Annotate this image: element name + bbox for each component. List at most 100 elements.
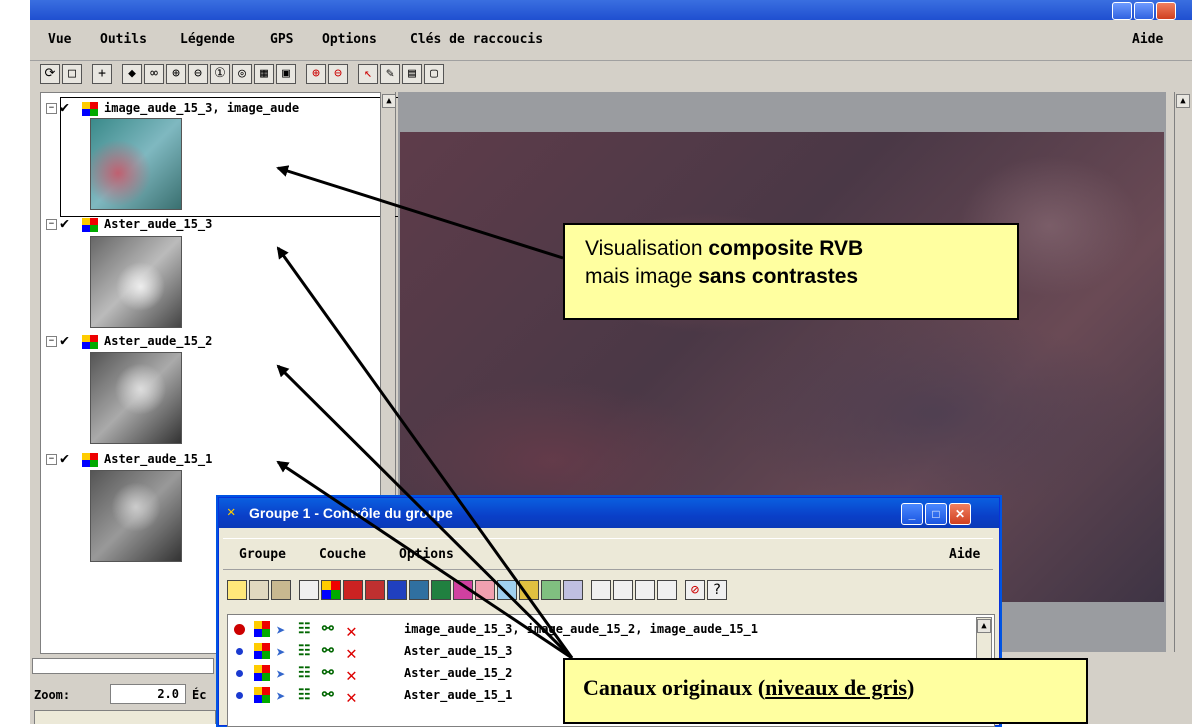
diamond-icon[interactable]: ◆ <box>122 64 142 84</box>
menu-aide[interactable]: Aide <box>1132 32 1163 47</box>
glasses-icon[interactable]: ⚯ <box>322 665 338 681</box>
frame-icon[interactable]: ▢ <box>424 64 444 84</box>
select-add-icon[interactable] <box>613 580 633 600</box>
scroll-up-icon[interactable]: ▲ <box>977 619 991 633</box>
collapse-icon[interactable]: − <box>46 454 57 465</box>
open-icon[interactable] <box>271 580 291 600</box>
zoom-previous-icon[interactable]: ◎ <box>232 64 252 84</box>
dialog-menu-groupe[interactable]: Groupe <box>239 547 286 562</box>
glasses-icon[interactable]: ⚯ <box>322 621 338 637</box>
remove-icon[interactable]: ✕ <box>346 665 362 686</box>
map-icon[interactable]: ▣ <box>276 64 296 84</box>
select-remove-icon[interactable] <box>635 580 655 600</box>
maximize-button[interactable] <box>1134 2 1154 20</box>
scroll-up-icon[interactable]: ▲ <box>382 94 396 108</box>
visible-check-icon[interactable]: ✔ <box>60 98 69 116</box>
vector-icon[interactable] <box>365 580 385 600</box>
scroll-up-icon[interactable]: ▲ <box>1176 94 1190 108</box>
grid-icon[interactable]: ▦ <box>254 64 274 84</box>
rgb-add-icon[interactable] <box>321 580 341 600</box>
collapse-icon[interactable]: − <box>46 103 57 114</box>
minimize-button[interactable] <box>1112 2 1132 20</box>
raster-icon[interactable] <box>343 580 363 600</box>
remove-icon[interactable]: ✕ <box>346 687 362 708</box>
zoom-tool-icon[interactable]: ⊕ <box>306 64 326 84</box>
dialog-close-button[interactable]: ✕ <box>949 503 971 525</box>
cancel-icon[interactable]: ⊘ <box>685 580 705 600</box>
dialog-menu-options[interactable]: Options <box>399 547 454 562</box>
zoom-box-icon[interactable]: ⊖ <box>328 64 348 84</box>
arrow-icon[interactable]: ➤ <box>276 621 292 640</box>
map-scrollbar[interactable]: ▲ <box>1174 92 1190 652</box>
tin-icon[interactable] <box>431 580 451 600</box>
remove-icon[interactable]: ✕ <box>346 621 362 642</box>
select-arrow-icon[interactable]: ↖ <box>358 64 378 84</box>
save-icon[interactable] <box>227 580 247 600</box>
close-button[interactable] <box>1156 2 1176 20</box>
list-item-name: Aster_aude_15_2 <box>404 666 513 680</box>
dialog-maximize-button[interactable]: □ <box>925 503 947 525</box>
status-dot-icon <box>236 648 243 655</box>
database-icon[interactable] <box>475 580 495 600</box>
list-item-name: Aster_aude_15_3 <box>404 644 513 658</box>
tree-icon[interactable]: ☷ <box>298 621 314 637</box>
menu-legende[interactable]: Légende <box>180 32 235 47</box>
copy-icon[interactable] <box>563 580 583 600</box>
callout-text: mais image <box>585 265 699 288</box>
select-toggle-icon[interactable] <box>657 580 677 600</box>
list-item[interactable]: ➤ ☷ ⚯ ✕ image_aude_15_3, image_aude_15_2… <box>234 619 974 642</box>
region-icon[interactable] <box>453 580 473 600</box>
dialog-minimize-button[interactable]: _ <box>901 503 923 525</box>
arrow-icon[interactable]: ➤ <box>276 665 292 684</box>
zoom-out-icon[interactable]: ⊖ <box>188 64 208 84</box>
remove-icon[interactable]: ✕ <box>346 643 362 664</box>
glasses-icon[interactable]: ⚯ <box>322 643 338 659</box>
cad-icon[interactable] <box>409 580 429 600</box>
menu-gps[interactable]: GPS <box>270 32 293 47</box>
arrow-icon[interactable]: ➤ <box>276 643 292 662</box>
full-view-icon[interactable]: □ <box>62 64 82 84</box>
menu-raccourcis[interactable]: Clés de raccoucis <box>410 32 543 47</box>
collapse-icon[interactable]: − <box>46 336 57 347</box>
menu-options[interactable]: Options <box>322 32 377 47</box>
rgb-layer-icon <box>82 218 98 232</box>
layer-name: Aster_aude_15_1 <box>104 452 213 466</box>
visible-check-icon[interactable]: ✔ <box>60 214 69 232</box>
message-field <box>34 710 216 724</box>
map-grid-icon[interactable] <box>497 580 517 600</box>
layer-thumbnail <box>90 352 182 444</box>
glasses-icon[interactable]: ⚯ <box>322 687 338 703</box>
measure-icon[interactable]: ✎ <box>380 64 400 84</box>
layer-thumbnail <box>90 236 182 328</box>
legend-icon[interactable]: ▤ <box>402 64 422 84</box>
tree-icon[interactable]: ☷ <box>298 643 314 659</box>
print-icon[interactable] <box>249 580 269 600</box>
main-toolbar: ⟳ □ + ◆ ∞ ⊕ ⊖ ① ◎ ▦ ▣ ⊕ ⊖ ↖ ✎ ▤ ▢ <box>30 62 1192 88</box>
dialog-menu-aide[interactable]: Aide <box>949 547 980 562</box>
scale-icon[interactable] <box>541 580 561 600</box>
visible-check-icon[interactable]: ✔ <box>60 449 69 467</box>
zoom-1-icon[interactable]: ① <box>210 64 230 84</box>
layer-name: image_aude_15_3, image_aude <box>104 101 300 115</box>
shape-icon[interactable] <box>387 580 407 600</box>
add-layer-icon[interactable]: + <box>92 64 112 84</box>
tree-icon[interactable]: ☷ <box>298 687 314 703</box>
dialog-titlebar[interactable]: ✕ Groupe 1 - Contrôle du groupe _ □ ✕ <box>219 498 999 528</box>
arrow-icon[interactable]: ➤ <box>276 687 292 706</box>
zoom-binoculars-icon[interactable]: ∞ <box>144 64 164 84</box>
zoom-field[interactable]: 2.0 <box>110 684 186 704</box>
menu-outils[interactable]: Outils <box>100 32 147 47</box>
zoom-in-icon[interactable]: ⊕ <box>166 64 186 84</box>
dialog-menu-couche[interactable]: Couche <box>319 547 366 562</box>
tree-icon[interactable]: ☷ <box>298 665 314 681</box>
redraw-icon[interactable]: ⟳ <box>40 64 60 84</box>
add-layer-icon[interactable] <box>299 580 319 600</box>
menu-vue[interactable]: Vue <box>48 32 71 47</box>
select-one-icon[interactable] <box>591 580 611 600</box>
visible-check-icon[interactable]: ✔ <box>60 331 69 349</box>
horizontal-scrollbar[interactable] <box>32 658 214 674</box>
globe-icon[interactable] <box>519 580 539 600</box>
dialog-toolbar: ⊘ ? <box>223 578 993 604</box>
collapse-icon[interactable]: − <box>46 219 57 230</box>
help-cursor-icon[interactable]: ? <box>707 580 727 600</box>
